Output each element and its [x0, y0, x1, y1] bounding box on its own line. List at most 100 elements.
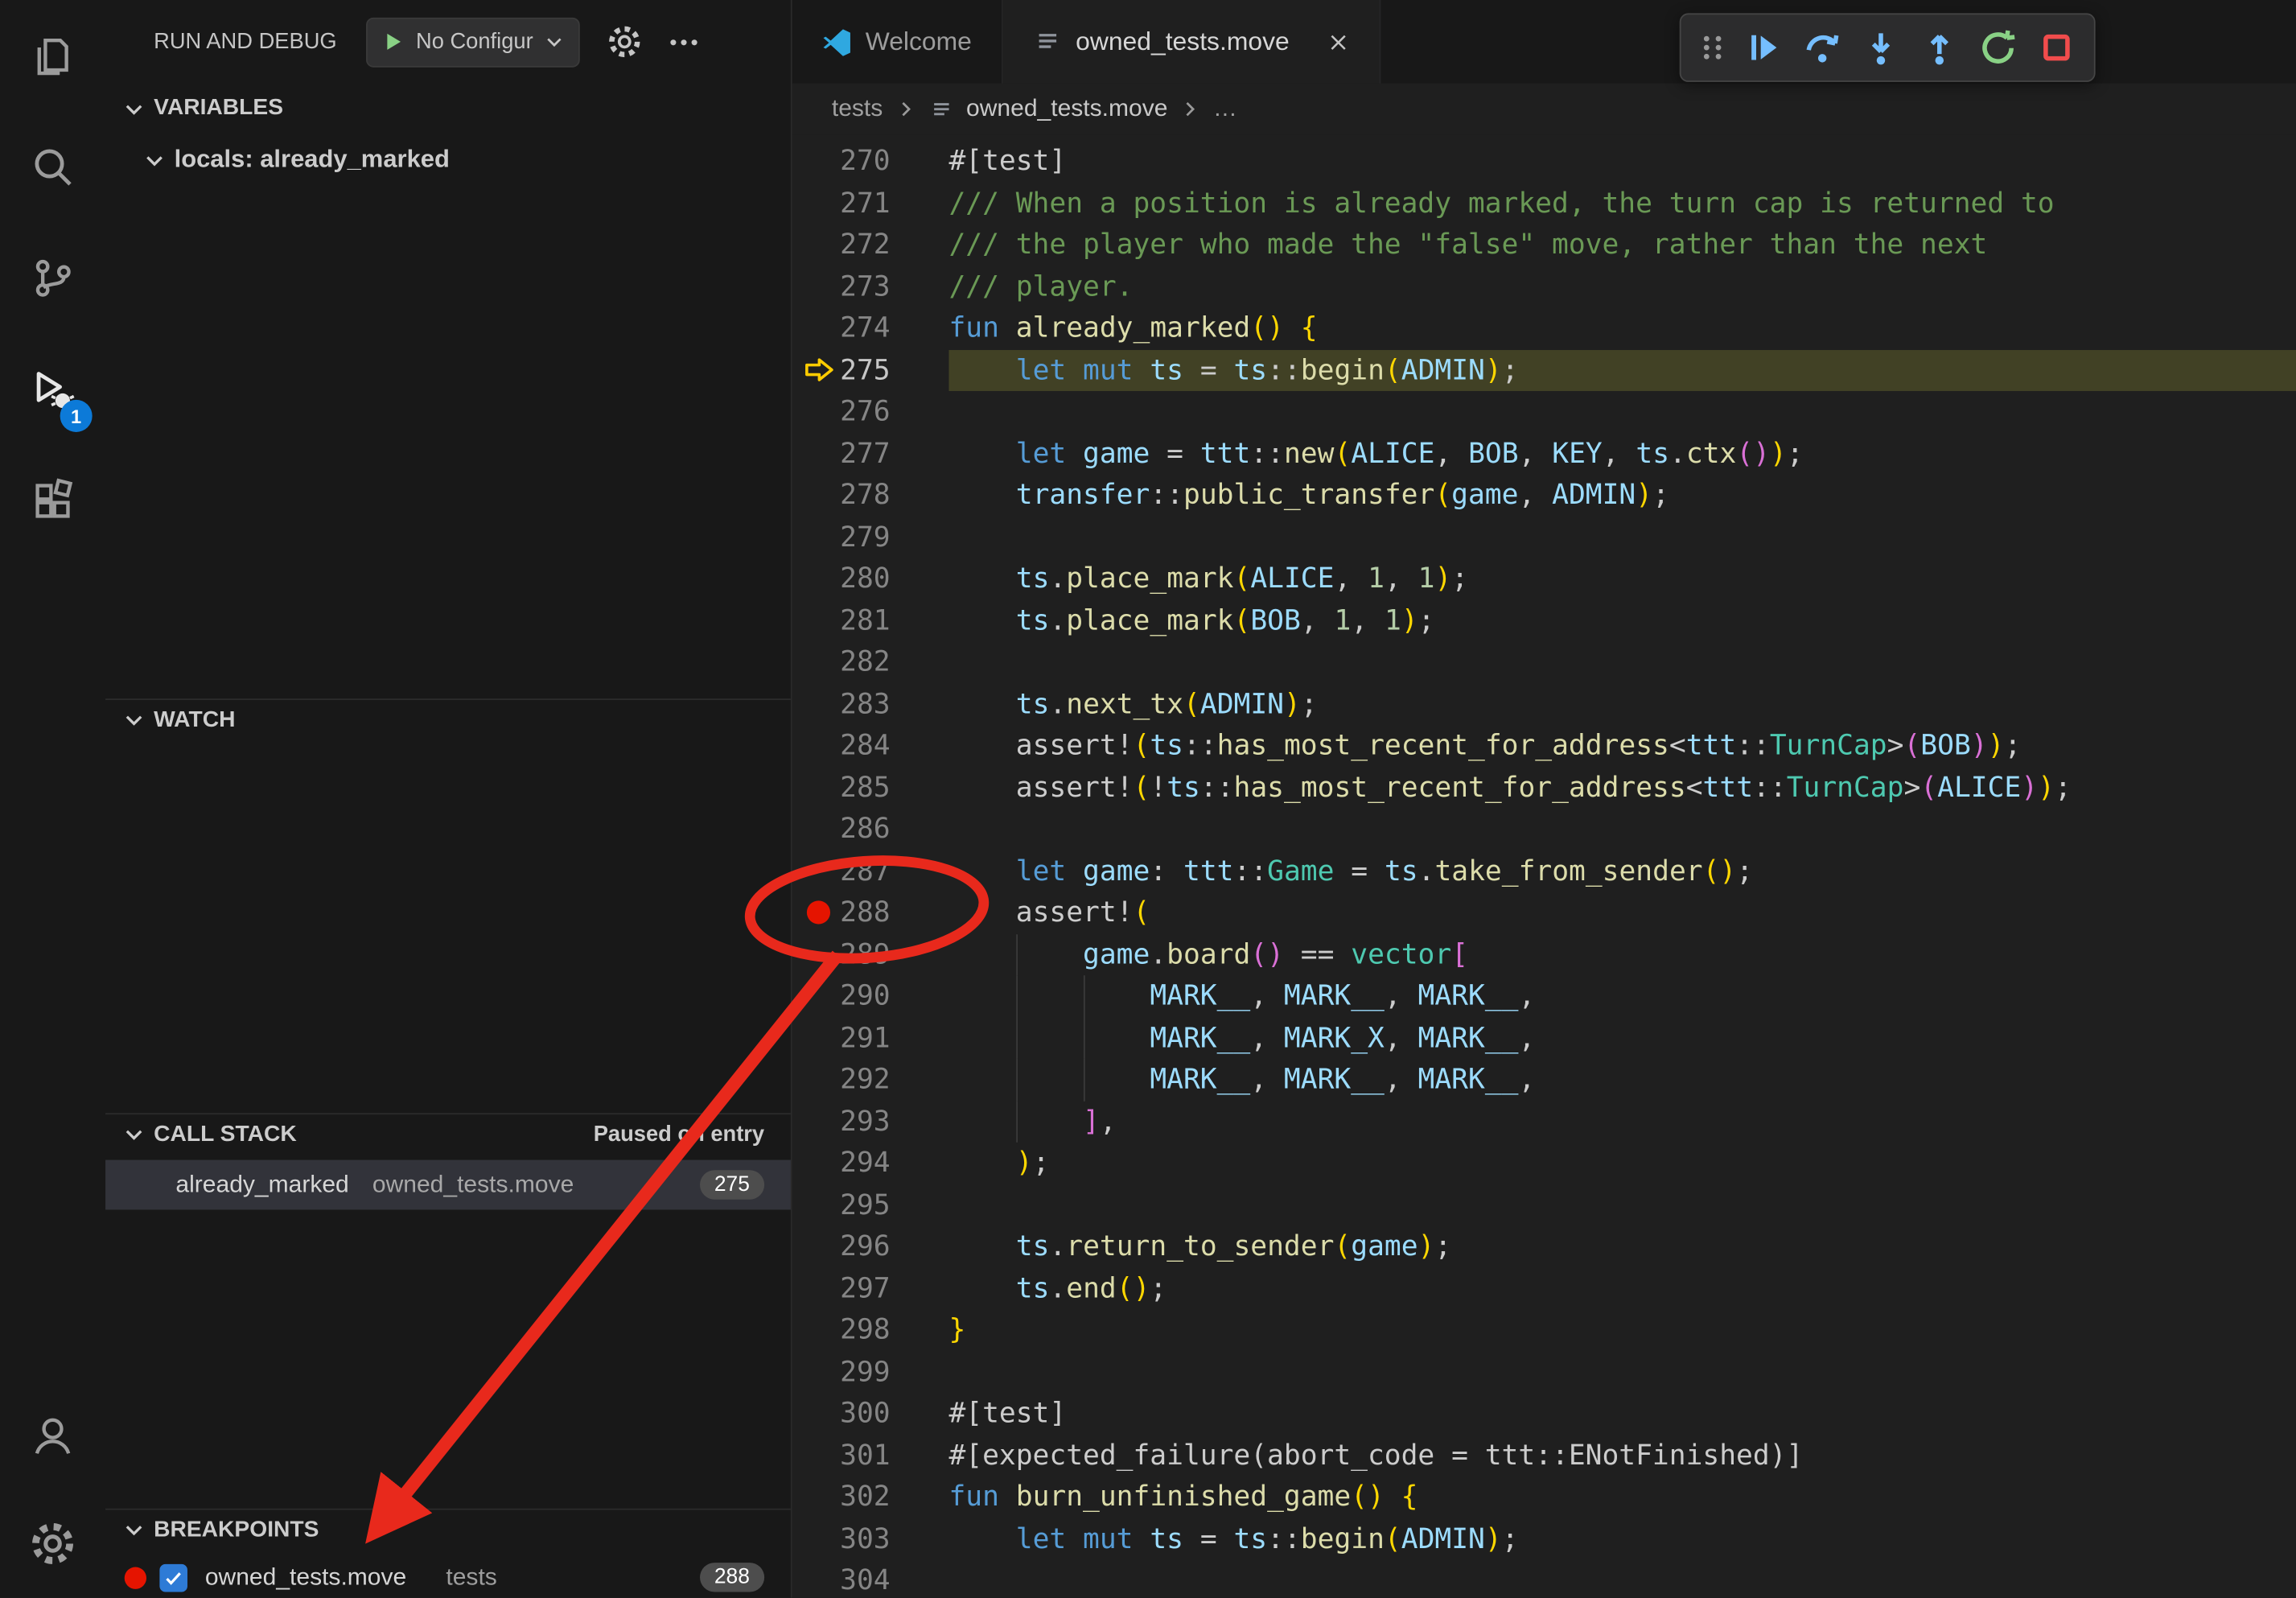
code-text[interactable]: let game = ttt::new(ALICE, BOB, KEY, ts.…	[948, 433, 2296, 475]
code-line[interactable]: 292 MARK__, MARK__, MARK__,	[792, 1059, 2296, 1101]
line-number[interactable]: 302	[836, 1481, 890, 1514]
code-text[interactable]: assert!(	[948, 892, 2296, 933]
code-line[interactable]: 287 let game: ttt::Game = ts.take_from_s…	[792, 850, 2296, 892]
code-area[interactable]: 270#[test]271/// When a position is alre…	[792, 134, 2296, 1597]
line-number[interactable]: 297	[836, 1272, 890, 1304]
line-number[interactable]: 298	[836, 1314, 890, 1346]
code-line[interactable]: 302fun burn_unfinished_game() {	[792, 1477, 2296, 1518]
code-text[interactable]	[948, 641, 2296, 683]
code-line[interactable]: 303 let mut ts = ts::begin(ADMIN);	[792, 1518, 2296, 1560]
code-text[interactable]: game.board() == vector[	[948, 933, 2296, 975]
line-number[interactable]: 274	[836, 312, 890, 344]
line-number[interactable]: 292	[836, 1064, 890, 1096]
more-actions-button[interactable]	[666, 24, 702, 60]
code-text[interactable]: MARK__, MARK__, MARK__,	[948, 975, 2296, 1017]
code-text[interactable]: ts.place_mark(BOB, 1, 1);	[948, 599, 2296, 641]
line-number[interactable]: 276	[836, 396, 890, 428]
code-text[interactable]	[948, 809, 2296, 850]
gutter-glyph-margin[interactable]	[801, 933, 837, 975]
code-text[interactable]: }	[948, 1309, 2296, 1351]
line-number[interactable]: 301	[836, 1439, 890, 1472]
code-text[interactable]: let game: ttt::Game = ts.take_from_sende…	[948, 850, 2296, 892]
code-text[interactable]: ],	[948, 1101, 2296, 1143]
code-line[interactable]: 271/// When a position is already marked…	[792, 183, 2296, 224]
code-text[interactable]	[948, 391, 2296, 433]
debug-config-dropdown[interactable]: No Configur	[366, 17, 580, 67]
gutter-glyph-margin[interactable]	[801, 1477, 837, 1518]
line-number[interactable]: 271	[836, 187, 890, 220]
gutter-glyph-margin[interactable]	[801, 433, 837, 475]
line-number[interactable]: 270	[836, 146, 890, 178]
code-line[interactable]: 272/// the player who made the "false" m…	[792, 224, 2296, 266]
gutter-glyph-margin[interactable]	[801, 1101, 837, 1143]
line-number[interactable]: 303	[836, 1523, 890, 1555]
code-text[interactable]: ts.return_to_sender(game);	[948, 1225, 2296, 1267]
current-line-arrow-icon[interactable]	[801, 349, 837, 391]
step-into-button[interactable]	[1851, 19, 1910, 77]
code-text[interactable]	[948, 517, 2296, 558]
line-number[interactable]: 273	[836, 270, 890, 303]
activity-item-explorer[interactable]	[0, 0, 105, 111]
continue-button[interactable]	[1734, 19, 1792, 77]
breadcrumb-symbol-ellipsis[interactable]: …	[1213, 95, 1237, 123]
code-line[interactable]: 304	[792, 1559, 2296, 1597]
gutter-glyph-margin[interactable]	[801, 641, 837, 683]
gutter-glyph-margin[interactable]	[801, 266, 837, 307]
code-line[interactable]: 299	[792, 1351, 2296, 1393]
gutter-glyph-margin[interactable]	[801, 1435, 837, 1477]
line-number[interactable]: 282	[836, 646, 890, 678]
gutter-glyph-margin[interactable]	[801, 141, 837, 183]
tab-close-button[interactable]	[1326, 30, 1349, 53]
call-stack-frame-row[interactable]: already_marked owned_tests.move 275	[105, 1160, 791, 1210]
line-number[interactable]: 300	[836, 1398, 890, 1430]
code-text[interactable]: ts.place_mark(ALICE, 1, 1);	[948, 558, 2296, 599]
line-number[interactable]: 291	[836, 1022, 890, 1054]
line-number[interactable]: 280	[836, 562, 890, 595]
activity-item-run-debug[interactable]: 1	[0, 334, 105, 445]
gutter-glyph-margin[interactable]	[801, 725, 837, 767]
gutter-glyph-margin[interactable]	[801, 683, 837, 725]
start-debug-play-icon[interactable]	[381, 29, 405, 54]
line-number[interactable]: 289	[836, 938, 890, 970]
gutter-glyph-margin[interactable]	[801, 1225, 837, 1267]
code-line[interactable]: 297 ts.end();	[792, 1267, 2296, 1309]
code-line[interactable]: 280 ts.place_mark(ALICE, 1, 1);	[792, 558, 2296, 599]
code-line[interactable]: 291 MARK__, MARK_X, MARK__,	[792, 1017, 2296, 1059]
gutter-glyph-margin[interactable]	[801, 1059, 837, 1101]
gutter-glyph-margin[interactable]	[801, 1518, 837, 1560]
code-text[interactable]: assert!(!ts::has_most_recent_for_address…	[948, 767, 2296, 809]
line-number[interactable]: 281	[836, 604, 890, 636]
line-number[interactable]: 287	[836, 855, 890, 888]
line-number[interactable]: 299	[836, 1356, 890, 1388]
code-line[interactable]: 296 ts.return_to_sender(game);	[792, 1225, 2296, 1267]
gutter-glyph-margin[interactable]	[801, 1309, 837, 1351]
gutter-glyph-margin[interactable]	[801, 1559, 837, 1597]
code-text[interactable]: );	[948, 1143, 2296, 1184]
line-number[interactable]: 277	[836, 438, 890, 470]
code-line[interactable]: 290 MARK__, MARK__, MARK__,	[792, 975, 2296, 1017]
line-number[interactable]: 284	[836, 730, 890, 762]
breadcrumb-file[interactable]: owned_tests.move	[966, 95, 1167, 123]
code-line[interactable]: 283 ts.next_tx(ADMIN);	[792, 683, 2296, 725]
code-line[interactable]: 300 #[test]	[792, 1393, 2296, 1435]
tab-owned-tests[interactable]: owned_tests.move	[1002, 0, 1380, 84]
stop-button[interactable]	[2026, 19, 2085, 77]
code-line[interactable]: 275 let mut ts = ts::begin(ADMIN);	[792, 349, 2296, 391]
breakpoint-row[interactable]: owned_tests.move tests 288	[105, 1555, 791, 1598]
restart-button[interactable]	[1968, 19, 2026, 77]
gutter-glyph-margin[interactable]	[801, 1143, 837, 1184]
code-text[interactable]: let mut ts = ts::begin(ADMIN);	[948, 349, 2296, 391]
code-text[interactable]: #[test]	[948, 1393, 2296, 1435]
line-number[interactable]: 295	[836, 1189, 890, 1221]
tab-welcome[interactable]: Welcome	[792, 0, 1002, 84]
code-text[interactable]: let mut ts = ts::begin(ADMIN);	[948, 1518, 2296, 1560]
debug-settings-button[interactable]	[607, 23, 644, 60]
breakpoint-dot-icon[interactable]	[801, 892, 837, 933]
code-text[interactable]: transfer::public_transfer(game, ADMIN);	[948, 475, 2296, 517]
code-text[interactable]: #[test]	[948, 141, 2296, 183]
gutter-glyph-margin[interactable]	[801, 599, 837, 641]
code-line[interactable]: 278 transfer::public_transfer(game, ADMI…	[792, 475, 2296, 517]
watch-section-header[interactable]: WATCH	[105, 698, 791, 739]
gutter-glyph-margin[interactable]	[801, 1267, 837, 1309]
line-number[interactable]: 275	[836, 354, 890, 386]
